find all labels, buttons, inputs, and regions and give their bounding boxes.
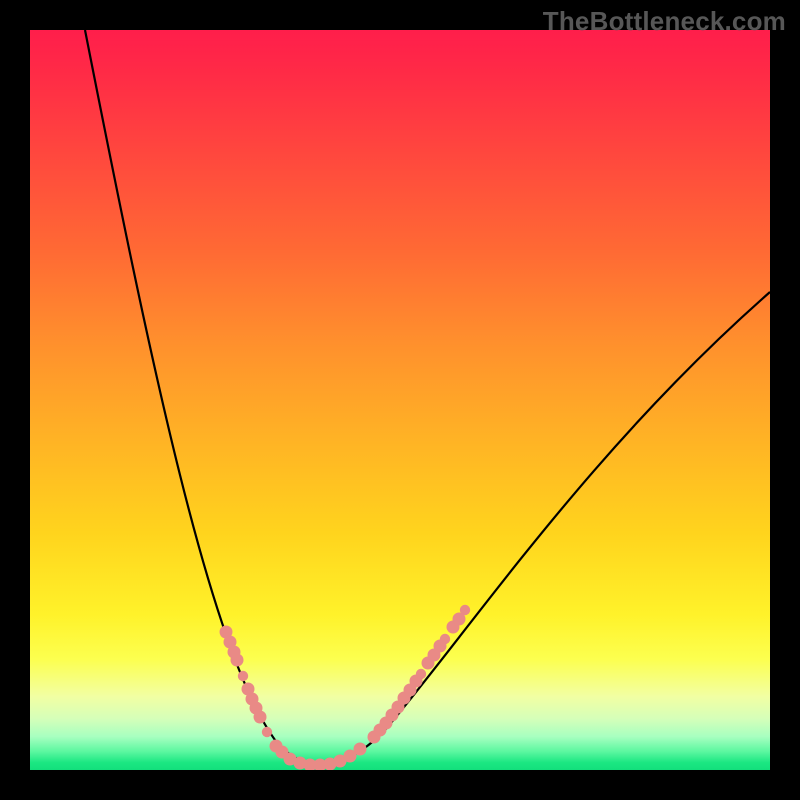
highlight-dot	[262, 727, 272, 737]
bottleneck-curve	[85, 30, 770, 764]
highlight-dot	[231, 654, 244, 667]
highlight-dot	[254, 711, 267, 724]
highlight-dot	[460, 605, 470, 615]
curve-svg	[30, 30, 770, 770]
highlight-dot	[238, 671, 248, 681]
plot-area	[30, 30, 770, 770]
highlight-dot	[416, 669, 426, 679]
highlight-dot	[354, 743, 367, 756]
chart-stage: TheBottleneck.com	[0, 0, 800, 800]
watermark-text: TheBottleneck.com	[543, 6, 786, 37]
highlight-dots	[220, 605, 471, 770]
highlight-dot	[440, 634, 450, 644]
